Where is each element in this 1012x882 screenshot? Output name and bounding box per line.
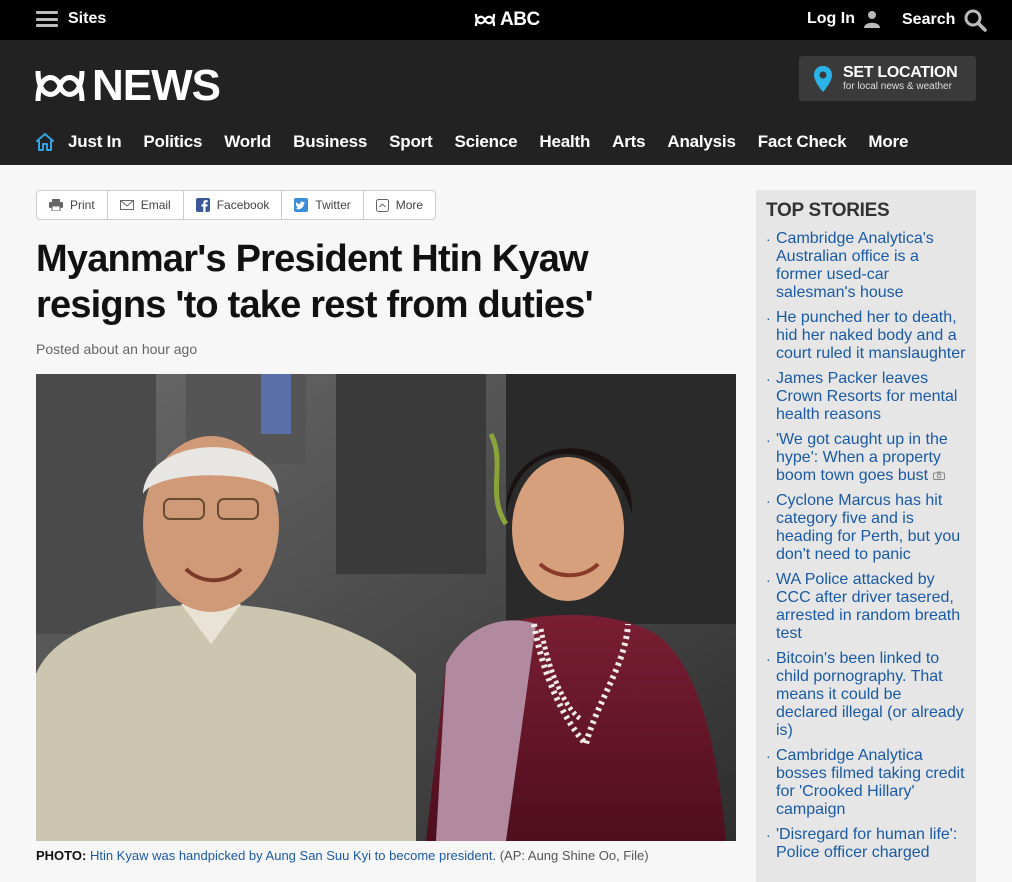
nav-item-more[interactable]: More xyxy=(868,132,908,152)
nav-item-world[interactable]: World xyxy=(224,132,271,152)
nav-item-sport[interactable]: Sport xyxy=(389,132,433,152)
nav-item-business[interactable]: Business xyxy=(293,132,367,152)
set-location-title: SET LOCATION xyxy=(843,64,958,81)
share-icon xyxy=(375,198,389,212)
story-link[interactable]: Cambridge Analytica bosses filmed taking… xyxy=(776,747,966,819)
twitter-label: Twitter xyxy=(315,198,351,212)
news-masthead: NEWS SET LOCATION for local news & weath… xyxy=(0,40,1012,165)
search-button[interactable]: Search xyxy=(902,8,988,32)
photo-caption: PHOTO: Htin Kyaw was handpicked by Aung … xyxy=(36,848,649,863)
caption-label: PHOTO: xyxy=(36,848,87,863)
story-link[interactable]: Cambridge Analytica's Australian office … xyxy=(776,230,966,302)
story-link[interactable]: 'Disregard for human life': Police offic… xyxy=(776,826,966,862)
nav-item-health[interactable]: Health xyxy=(539,132,590,152)
nav-item-science[interactable]: Science xyxy=(455,132,518,152)
list-item[interactable]: · Cyclone Marcus has hit category five an… xyxy=(766,492,966,564)
location-pin-icon xyxy=(814,65,832,92)
email-label: Email xyxy=(140,198,171,212)
story-link[interactable]: James Packer leaves Crown Resorts for me… xyxy=(776,370,966,424)
global-topbar: Sites ABC Log In Search xyxy=(0,0,1012,40)
nav-item-analysis[interactable]: Analysis xyxy=(667,132,736,152)
caption-link[interactable]: Htin Kyaw was handpicked by Aung San Suu… xyxy=(90,848,496,863)
facebook-label: Facebook xyxy=(216,198,270,212)
bullet-icon: · xyxy=(766,310,771,326)
hamburger-icon xyxy=(36,11,58,27)
login-button[interactable]: Log In xyxy=(807,10,881,28)
facebook-icon xyxy=(195,198,210,212)
abc-news-logo[interactable]: NEWS xyxy=(34,61,221,110)
main-nav: Just In Politics World Business Sport Sc… xyxy=(36,118,930,166)
email-button[interactable]: Email xyxy=(108,191,184,219)
story-link[interactable]: WA Police attacked by CCC after driver t… xyxy=(776,571,966,643)
top-stories-sidebar: TOP STORIES · Cambridge Analytica's Austr… xyxy=(756,190,976,882)
more-share-label: More xyxy=(395,198,424,212)
share-toolbar: Print Email Facebook Twitter More xyxy=(36,190,437,220)
print-label: Print xyxy=(70,198,95,212)
bullet-icon: · xyxy=(766,493,771,509)
nav-item-just-in[interactable]: Just In xyxy=(68,132,122,152)
nav-item-fact-check[interactable]: Fact Check xyxy=(758,132,847,152)
bullet-icon: · xyxy=(766,748,771,764)
email-icon xyxy=(119,200,134,210)
list-item[interactable]: · Cambridge Analytica bosses filmed takin… xyxy=(766,747,966,819)
bullet-icon: · xyxy=(766,572,771,588)
abc-home-link[interactable]: ABC xyxy=(474,9,540,31)
story-link[interactable]: Cyclone Marcus has hit category five and… xyxy=(776,492,966,564)
top-stories-title: TOP STORIES xyxy=(766,200,890,221)
print-icon xyxy=(49,199,63,211)
bullet-icon: · xyxy=(766,827,771,843)
abc-logo-icon xyxy=(474,13,496,27)
abc-lissajous-icon xyxy=(35,70,85,102)
article-photo[interactable] xyxy=(36,374,736,841)
facebook-button[interactable]: Facebook xyxy=(184,191,283,219)
user-icon xyxy=(863,11,880,28)
bullet-icon: · xyxy=(766,371,771,387)
list-item[interactable]: · He punched her to death, hid her naked … xyxy=(766,309,966,363)
news-wordmark: NEWS xyxy=(92,61,221,110)
list-item[interactable]: · James Packer leaves Crown Resorts for m… xyxy=(766,370,966,424)
story-link[interactable]: Bitcoin's been linked to child pornograp… xyxy=(776,650,966,740)
twitter-icon xyxy=(294,198,309,212)
list-item[interactable]: · WA Police attacked by CCC after driver … xyxy=(766,571,966,643)
sites-label: Sites xyxy=(68,10,107,27)
list-item[interactable]: · Cambridge Analytica's Australian office… xyxy=(766,230,966,302)
set-location-button[interactable]: SET LOCATION for local news & weather xyxy=(799,56,976,101)
list-item[interactable]: · 'Disregard for human life': Police offi… xyxy=(766,826,966,862)
more-share-button[interactable]: More xyxy=(364,191,435,219)
nav-home[interactable] xyxy=(36,133,54,151)
nav-item-arts[interactable]: Arts xyxy=(612,132,645,152)
bullet-icon: · xyxy=(766,651,771,667)
home-icon xyxy=(36,133,54,151)
set-location-subtitle: for local news & weather xyxy=(843,81,952,92)
sites-menu[interactable]: Sites xyxy=(36,10,106,28)
camera-icon xyxy=(932,471,945,480)
bullet-icon: · xyxy=(766,432,771,448)
list-item[interactable]: · 'We got caught up in the hype': When a … xyxy=(766,431,966,485)
list-item[interactable]: · Bitcoin's been linked to child pornogra… xyxy=(766,650,966,740)
print-button[interactable]: Print xyxy=(37,191,108,219)
story-link[interactable]: 'We got caught up in the hype': When a p… xyxy=(776,431,948,484)
nav-item-politics[interactable]: Politics xyxy=(143,132,202,152)
story-link[interactable]: He punched her to death, hid her naked b… xyxy=(776,309,966,363)
article-photo-image xyxy=(36,374,736,841)
search-label: Search xyxy=(902,11,956,28)
abc-label: ABC xyxy=(500,9,540,30)
search-icon xyxy=(964,9,988,32)
twitter-button[interactable]: Twitter xyxy=(282,191,364,219)
login-label: Log In xyxy=(807,10,855,27)
bullet-icon: · xyxy=(766,231,771,247)
caption-credit: (AP: Aung Shine Oo, File) xyxy=(499,848,649,863)
article-headline: Myanmar's President Htin Kyaw resigns 't… xyxy=(36,238,594,326)
posted-time: Posted about an hour ago xyxy=(36,341,198,357)
